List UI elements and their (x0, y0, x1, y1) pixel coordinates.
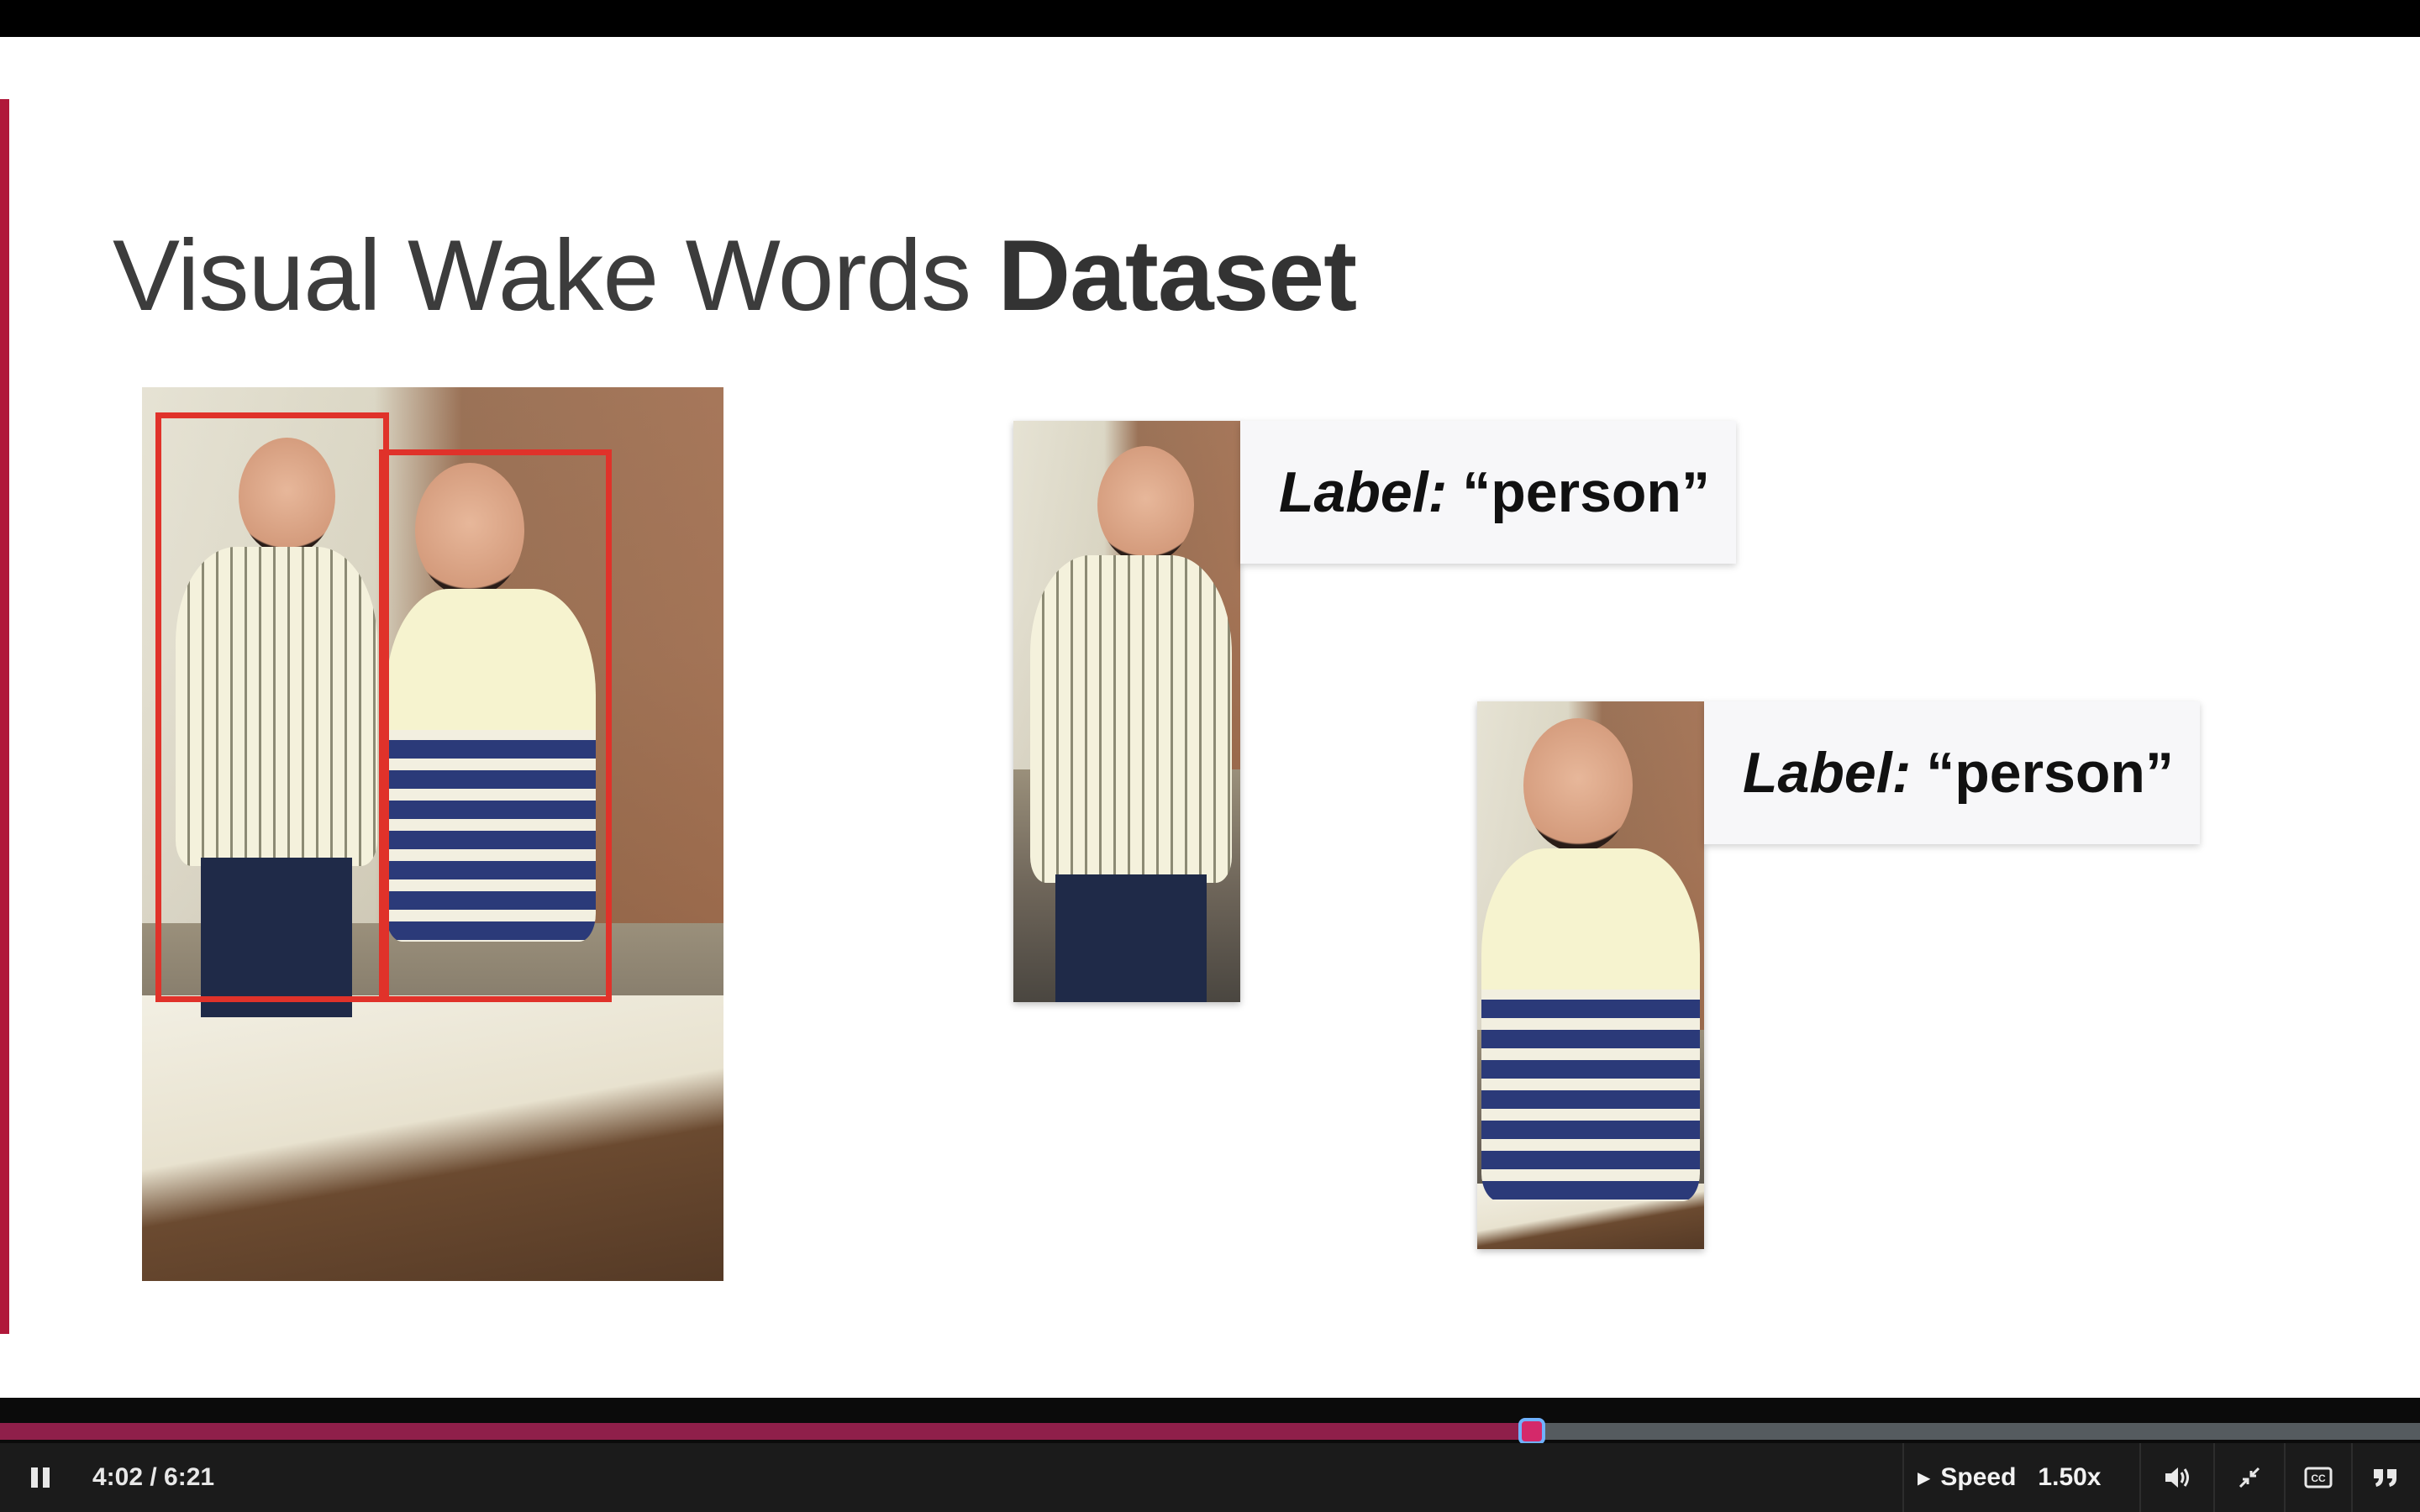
progress-handle[interactable] (1518, 1418, 1546, 1445)
cropped-photo-woman (1477, 701, 1704, 1249)
control-bar: 4:02 / 6:21 ▶ Speed 1.50x CC (0, 1443, 2420, 1512)
label-key: Label: (1743, 741, 1912, 805)
bounding-box-woman (379, 449, 612, 1002)
speed-button[interactable]: ▶ Speed 1.50x (1918, 1443, 2102, 1512)
cropped-photo-man (1013, 421, 1240, 1002)
slide-accent-bar (0, 99, 9, 1334)
slide-title: Visual Wake Words Dataset (113, 217, 1358, 334)
pause-icon (31, 1467, 50, 1488)
pause-button[interactable] (15, 1443, 66, 1512)
progress-fill (0, 1423, 1533, 1440)
label-value: “person” (1926, 741, 2174, 805)
label-value: “person” (1462, 460, 1710, 524)
slide-title-regular: Visual Wake Words (113, 219, 971, 332)
caret-right-icon: ▶ (1918, 1468, 1931, 1488)
exit-fullscreen-icon (2238, 1467, 2260, 1488)
label-card-man: Label: “person” (1240, 421, 1736, 564)
video-controls: 4:02 / 6:21 ▶ Speed 1.50x CC (0, 1398, 2420, 1512)
exit-fullscreen-button[interactable] (2215, 1443, 2284, 1512)
label-key: Label: (1279, 460, 1448, 524)
svg-text:CC: CC (2311, 1473, 2326, 1484)
slide-title-bold: Dataset (997, 219, 1358, 332)
bounding-box-man (155, 412, 389, 1002)
closed-captions-button[interactable]: CC (2286, 1443, 2351, 1512)
transcript-quote-icon (2374, 1469, 2396, 1487)
main-photo (142, 387, 723, 1281)
progress-bar[interactable] (0, 1418, 2420, 1445)
volume-button[interactable] (2143, 1443, 2213, 1512)
transcript-button[interactable] (2353, 1443, 2418, 1512)
speed-label: Speed (1940, 1463, 2017, 1491)
speed-value: 1.50x (2038, 1463, 2102, 1491)
label-card-woman: Label: “person” (1704, 701, 2200, 844)
volume-icon (2165, 1467, 2189, 1488)
slide: Visual Wake Words Dataset Label: “person… (0, 37, 2420, 1398)
closed-captions-icon: CC (2304, 1467, 2333, 1488)
time-display: 4:02 / 6:21 (92, 1463, 215, 1491)
